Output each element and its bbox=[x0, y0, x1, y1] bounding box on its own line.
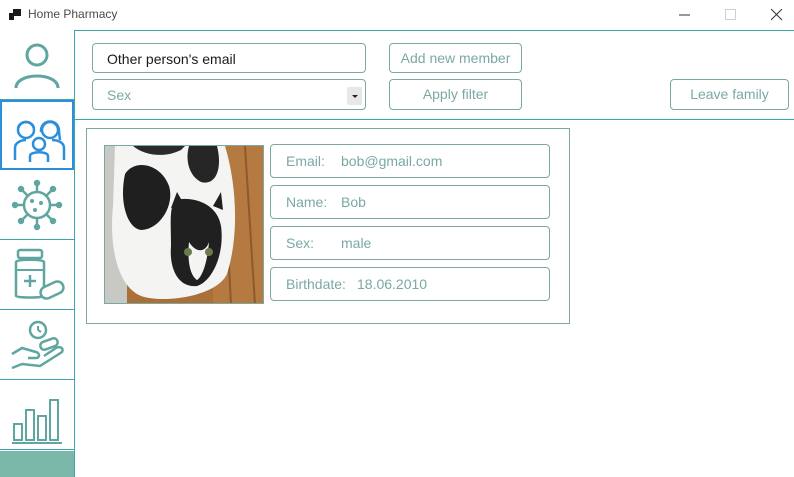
member-photo bbox=[104, 145, 264, 304]
sidebar-item-statistics[interactable] bbox=[0, 380, 74, 450]
sidebar-item-doses[interactable] bbox=[0, 310, 74, 380]
member-name-row: Name: Bob bbox=[270, 185, 550, 219]
sidebar-item-profile[interactable] bbox=[0, 30, 74, 100]
medicine-icon bbox=[14, 248, 65, 300]
toolbar-divider bbox=[75, 119, 794, 120]
minimize-button[interactable] bbox=[662, 0, 708, 30]
sex-select[interactable]: Sex bbox=[92, 79, 366, 110]
minimize-icon bbox=[679, 14, 690, 16]
member-birthdate-label: Birthdate: bbox=[286, 276, 346, 292]
close-button[interactable] bbox=[754, 0, 794, 30]
member-name-value: Bob bbox=[341, 194, 366, 210]
hand-pills-icon bbox=[11, 320, 64, 370]
bar-chart-icon bbox=[12, 399, 62, 444]
sidebar bbox=[0, 30, 75, 477]
member-birthdate-value: 18.06.2010 bbox=[357, 276, 428, 292]
leave-family-button[interactable]: Leave family bbox=[670, 79, 789, 110]
member-email-value: bob@gmail.com bbox=[341, 153, 443, 169]
window-title: Home Pharmacy bbox=[28, 7, 118, 21]
family-icon bbox=[13, 120, 66, 162]
sidebar-item-medicines[interactable] bbox=[0, 240, 74, 310]
email-field[interactable]: Other person's email bbox=[92, 43, 366, 73]
header-divider bbox=[75, 30, 794, 31]
member-sex-value: male bbox=[341, 235, 372, 251]
member-sex-label: Sex: bbox=[286, 235, 315, 251]
virus-icon bbox=[11, 179, 63, 231]
email-field-value: Other person's email bbox=[107, 51, 236, 67]
app-icon bbox=[9, 9, 21, 20]
apply-filter-button[interactable]: Apply filter bbox=[389, 79, 522, 110]
chevron-down-icon[interactable] bbox=[347, 87, 362, 105]
member-card[interactable]: Email: bob@gmail.com Name: Bob Sex: male… bbox=[86, 128, 570, 324]
member-birthdate-row: Birthdate: 18.06.2010 bbox=[270, 267, 550, 301]
maximize-icon bbox=[725, 9, 736, 20]
member-email-label: Email: bbox=[286, 153, 325, 169]
close-icon bbox=[771, 9, 783, 21]
maximize-button[interactable] bbox=[708, 0, 754, 30]
sex-select-value: Sex bbox=[107, 87, 132, 103]
member-sex-row: Sex: male bbox=[270, 226, 550, 260]
sidebar-item-family[interactable] bbox=[0, 100, 74, 170]
member-name-label: Name: bbox=[286, 194, 328, 210]
sidebar-item-diseases[interactable] bbox=[0, 170, 74, 240]
sidebar-footer-bar bbox=[0, 451, 74, 477]
add-member-button[interactable]: Add new member bbox=[389, 43, 522, 73]
user-icon bbox=[14, 43, 60, 89]
title-bar: Home Pharmacy bbox=[0, 0, 794, 30]
member-email-row: Email: bob@gmail.com bbox=[270, 144, 550, 178]
